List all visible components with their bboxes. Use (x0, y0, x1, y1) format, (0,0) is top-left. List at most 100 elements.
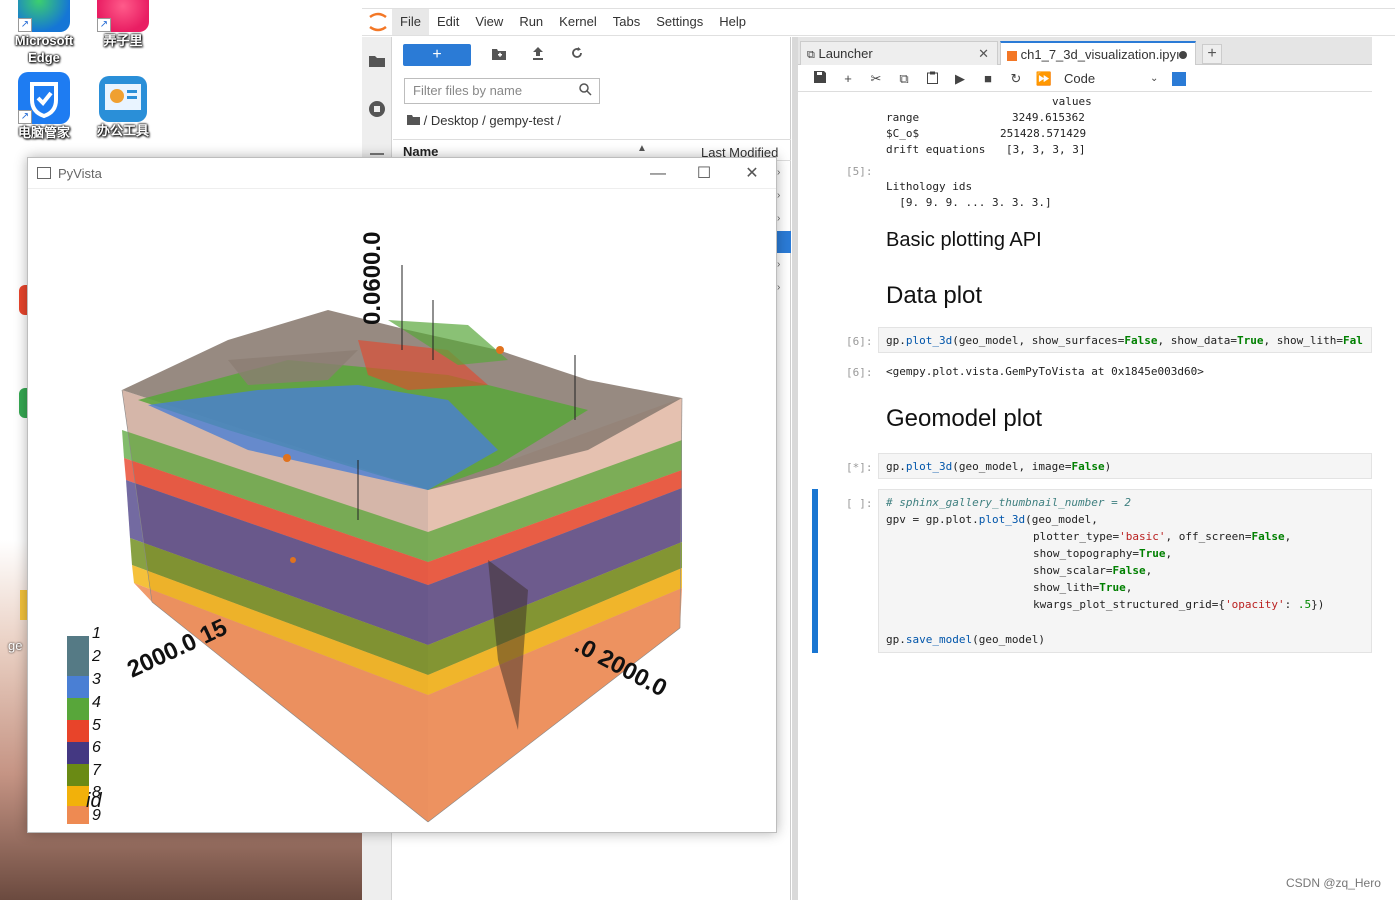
markdown-heading: Basic plotting API (886, 229, 1042, 251)
legend-swatch (67, 742, 89, 764)
tab-label: ch1_7_3d_visualization.ipyı (1020, 47, 1180, 62)
desktop-icon-label: Microsoft (14, 33, 74, 48)
markdown-heading: Data plot (886, 282, 983, 309)
running-kernels-icon[interactable] (367, 99, 387, 119)
legend-label: 4 (92, 694, 101, 711)
legend-label: 1 (92, 625, 101, 642)
file-row-fragment[interactable]: › (777, 190, 780, 201)
file-row-fragment[interactable]: › (777, 282, 780, 293)
office-tools-icon (99, 76, 147, 122)
pyvista-titlebar[interactable]: PyVista — ☐ ✕ (28, 158, 776, 189)
tab-launcher[interactable]: ⧉ Launcher ✕ (800, 41, 998, 65)
output-val: 251428.571429 (1000, 127, 1087, 140)
edge-icon: ↗ (18, 0, 70, 32)
new-folder-icon[interactable] (488, 44, 510, 66)
output-prompt: [5]: (846, 165, 873, 178)
breadcrumb-path[interactable]: / Desktop / gempy-test / (424, 113, 561, 128)
code-line: show_topography=True, (1033, 547, 1173, 560)
file-row-fragment[interactable]: › (777, 213, 780, 224)
code-line: kwargs_plot_structured_grid={'opacity': … (1033, 598, 1325, 611)
copy-icon[interactable]: ⧉ (890, 71, 918, 87)
sort-caret-icon[interactable]: ▲ (637, 143, 647, 154)
stop-icon[interactable]: ■ (974, 71, 1002, 86)
output-text: <gempy.plot.vista.GemPyToVista at 0x1845… (886, 365, 1204, 378)
code-line: show_scalar=False, (1033, 564, 1153, 577)
selected-file-row[interactable] (775, 231, 791, 253)
tab-label: Launcher (818, 46, 873, 61)
output-key: drift equations (886, 143, 986, 156)
jupyter-logo-icon (364, 9, 392, 35)
file-browser-toolbar: + (403, 43, 588, 67)
property-inspector-icon[interactable] (1172, 71, 1187, 86)
shield-icon: ↗ (18, 72, 70, 124)
markdown-heading: Geomodel plot (886, 405, 1043, 432)
cell-type-select[interactable]: Code (1064, 71, 1144, 86)
code-line: gp.save_model(geo_model) (886, 633, 1045, 646)
unsaved-dot-icon[interactable] (1179, 51, 1187, 59)
cell-type-value: Code (1064, 71, 1096, 86)
watermark: CSDN @zq_Hero (1286, 876, 1381, 890)
menu-kernel[interactable]: Kernel (551, 9, 605, 35)
menu-tabs[interactable]: Tabs (605, 9, 648, 35)
breadcrumb[interactable]: / Desktop / gempy-test / (407, 113, 561, 128)
desktop-icon-app[interactable]: ↗ 弄子里 (88, 0, 158, 49)
code-cell[interactable]: gp.plot_3d(geo_model, image=False) (878, 453, 1372, 479)
partial-desktop-label: ge (8, 638, 23, 653)
output-val: [3, 3, 3, 3] (1006, 143, 1086, 156)
axis-z-label: 0.0600.0 (359, 232, 386, 325)
restart-icon[interactable]: ↻ (1002, 71, 1030, 87)
tab-notebook[interactable]: ch1_7_3d_visualization.ipyı (1000, 41, 1196, 65)
save-icon[interactable] (806, 71, 834, 86)
folder-icon[interactable] (407, 114, 420, 125)
fast-forward-icon[interactable]: ⏩ (1030, 71, 1058, 87)
legend-label: 3 (92, 671, 101, 688)
upload-icon[interactable] (527, 44, 549, 66)
desktop-icon-label: 弄子里 (103, 33, 143, 48)
insert-cell-icon[interactable]: + (834, 71, 862, 86)
chevron-down-icon[interactable]: ⌄ (1150, 73, 1158, 84)
desktop-icon-edge[interactable]: ↗ Microsoft Edge (9, 0, 79, 66)
menu-settings[interactable]: Settings (648, 9, 711, 35)
code-line: gp.plot_3d(geo_model, image=False) (886, 460, 1112, 473)
window-icon (37, 167, 51, 179)
code-line: gp.plot_3d(geo_model, show_surfaces=Fals… (886, 334, 1363, 347)
code-line: # sphinx_gallery_thumbnail_number = 2 (886, 496, 1132, 509)
menu-file[interactable]: File (392, 9, 429, 35)
menu-help[interactable]: Help (711, 9, 754, 35)
notebook-toolbar: + ✂ ⧉ ▶ ■ ↻ ⏩ Code ⌄ (798, 66, 1372, 92)
new-launcher-button[interactable]: + (403, 44, 471, 66)
maximize-icon[interactable]: ☐ (692, 162, 716, 186)
menu-edit[interactable]: Edit (429, 9, 467, 35)
output-key: range (886, 111, 920, 124)
folder-icon[interactable] (367, 51, 387, 71)
desktop-icon-officetools[interactable]: 办公工具 (88, 76, 158, 139)
legend-label: 5 (92, 717, 101, 734)
tab-bar: ⧉ Launcher ✕ ch1_7_3d_visualization.ipyı… (798, 37, 1372, 65)
cut-icon[interactable]: ✂ (862, 71, 890, 87)
code-cell-active[interactable]: # sphinx_gallery_thumbnail_number = 2 gp… (878, 489, 1372, 653)
active-cell-indicator (812, 489, 818, 653)
window-title: PyVista (58, 166, 102, 181)
add-tab-button[interactable]: + (1202, 44, 1222, 64)
code-cell[interactable]: gp.plot_3d(geo_model, show_surfaces=Fals… (878, 327, 1372, 353)
input-prompt: [ ]: (846, 497, 873, 510)
refresh-icon[interactable] (566, 44, 588, 66)
run-icon[interactable]: ▶ (946, 71, 974, 87)
paste-icon[interactable] (918, 71, 946, 87)
menu-view[interactable]: View (467, 9, 511, 35)
input-prompt: [*]: (846, 461, 873, 474)
output-text: [9. 9. 9. ... 3. 3. 3.] (886, 196, 1052, 209)
file-row-fragment[interactable]: › (777, 167, 780, 178)
menu-run[interactable]: Run (511, 9, 551, 35)
minimize-icon[interactable]: — (646, 162, 670, 186)
filter-files-input[interactable]: Filter files by name (404, 78, 600, 104)
file-row-fragment[interactable]: › (777, 259, 780, 270)
pyvista-window[interactable]: PyVista — ☐ ✕ 0.0600.0 2000.0 15 .0 2000… (27, 157, 777, 833)
pyvista-render-canvas[interactable]: 0.0600.0 2000.0 15 .0 2000.0 1 2 3 4 5 6… (28, 190, 776, 832)
close-icon[interactable]: ✕ (740, 162, 764, 186)
right-margin (1372, 37, 1395, 900)
legend-swatch (67, 698, 89, 720)
desktop-icon-pcmanager[interactable]: ↗ 电脑管家 (9, 72, 79, 141)
close-icon[interactable]: ✕ (978, 42, 989, 66)
search-icon (579, 83, 592, 99)
